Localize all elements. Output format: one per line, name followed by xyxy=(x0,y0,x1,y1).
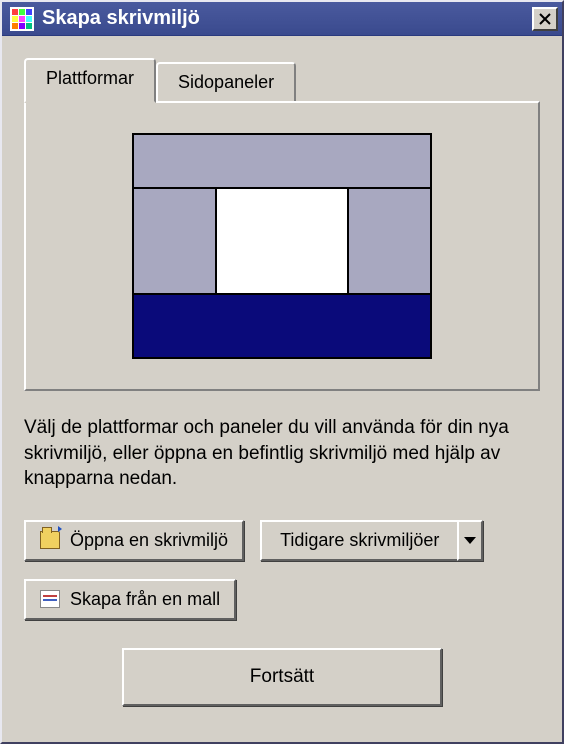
dropdown-arrow-button[interactable] xyxy=(457,520,483,561)
button-row-1: Öppna en skrivmiljö Tidigare skrivmiljöe… xyxy=(24,520,540,561)
description-text: Välj de plattformar och paneler du vill … xyxy=(24,415,540,492)
layout-region-center[interactable] xyxy=(217,189,347,293)
tabs: Plattformar Sidopaneler xyxy=(24,58,540,101)
button-row-2: Skapa från en mall xyxy=(24,579,540,620)
previous-environments-dropdown: Tidigare skrivmiljöer xyxy=(260,520,483,561)
layout-region-middle xyxy=(134,189,430,293)
titlebar: Skapa skrivmiljö xyxy=(2,2,562,36)
dialog-window: Skapa skrivmiljö Plattformar Sidopaneler xyxy=(0,0,564,744)
tab-sidepanels[interactable]: Sidopaneler xyxy=(156,62,296,101)
continue-row: Fortsätt xyxy=(24,648,540,706)
continue-button[interactable]: Fortsätt xyxy=(122,648,442,706)
button-label: Fortsätt xyxy=(250,666,314,688)
button-label: Tidigare skrivmiljöer xyxy=(280,530,439,551)
close-button[interactable] xyxy=(532,7,558,31)
close-icon xyxy=(539,13,551,25)
tab-panel-platforms xyxy=(24,101,540,391)
tab-label: Sidopaneler xyxy=(178,72,274,92)
tab-label: Plattformar xyxy=(46,68,134,88)
template-icon xyxy=(40,590,60,608)
tab-platforms[interactable]: Plattformar xyxy=(24,58,156,103)
window-title: Skapa skrivmiljö xyxy=(42,7,532,30)
layout-region-top[interactable] xyxy=(134,135,430,189)
dialog-content: Plattformar Sidopaneler Välj de plattfor… xyxy=(2,36,562,742)
app-icon xyxy=(10,7,34,31)
layout-region-bottom[interactable] xyxy=(134,293,430,357)
button-label: Skapa från en mall xyxy=(70,589,220,610)
layout-preview[interactable] xyxy=(132,133,432,359)
layout-region-right[interactable] xyxy=(347,189,430,293)
button-label: Öppna en skrivmiljö xyxy=(70,530,228,551)
previous-environments-button[interactable]: Tidigare skrivmiljöer xyxy=(260,520,459,561)
layout-region-left[interactable] xyxy=(134,189,217,293)
create-from-template-button[interactable]: Skapa från en mall xyxy=(24,579,236,620)
open-environment-button[interactable]: Öppna en skrivmiljö xyxy=(24,520,244,561)
folder-open-icon xyxy=(40,531,60,549)
